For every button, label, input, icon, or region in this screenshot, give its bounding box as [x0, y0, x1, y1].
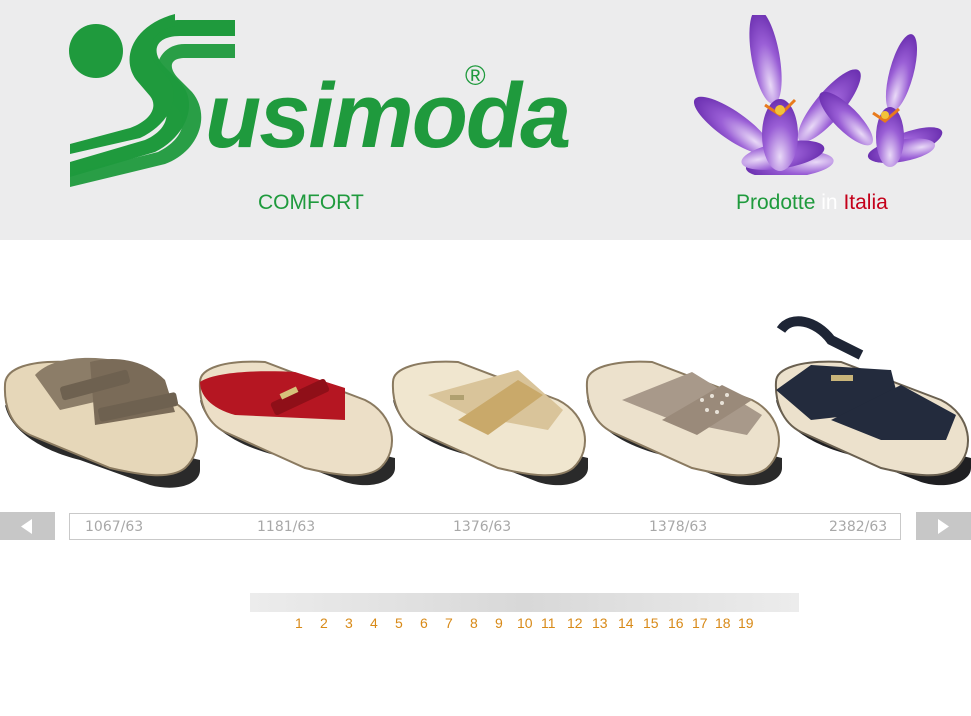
- page-link-13[interactable]: 13: [592, 615, 608, 631]
- next-button[interactable]: [916, 512, 971, 540]
- product-code-3[interactable]: 1376/63: [453, 519, 511, 535]
- product-image-2382-63[interactable]: [771, 300, 971, 500]
- made-in-word-italia: Italia: [843, 191, 888, 214]
- brand-name: usimoda: [205, 65, 571, 167]
- page-link-3[interactable]: 3: [345, 615, 353, 631]
- prev-button[interactable]: [0, 512, 55, 540]
- page-link-11[interactable]: 11: [541, 615, 556, 631]
- page-link-16[interactable]: 16: [668, 615, 684, 631]
- page-link-7[interactable]: 7: [445, 615, 453, 631]
- product-code-5[interactable]: 2382/63: [829, 519, 887, 535]
- product-code-1[interactable]: 1067/63: [85, 519, 143, 535]
- arrow-left-icon: [21, 519, 32, 534]
- page-link-12[interactable]: 12: [567, 615, 583, 631]
- product-image-1378-63[interactable]: [582, 300, 782, 500]
- page-link-6[interactable]: 6: [420, 615, 428, 631]
- tagline-comfort: COMFORT: [258, 191, 364, 214]
- page-link-8[interactable]: 8: [470, 615, 478, 631]
- page-link-1[interactable]: 1: [295, 615, 303, 631]
- arrow-right-icon: [938, 519, 949, 534]
- product-codes-bar: 1067/63 1181/63 1376/63 1378/63 2382/63: [69, 513, 901, 540]
- header: usimoda ® COMFORT Prodotte in Italia: [0, 0, 971, 240]
- page-link-2[interactable]: 2: [320, 615, 328, 631]
- page-link-9[interactable]: 9: [495, 615, 503, 631]
- product-carousel: [0, 300, 971, 500]
- product-image-1181-63[interactable]: [195, 300, 395, 500]
- page-link-5[interactable]: 5: [395, 615, 403, 631]
- made-in-word-prodotte: Prodotte: [736, 191, 816, 214]
- product-image-1067-63[interactable]: [0, 300, 200, 500]
- page-link-18[interactable]: 18: [715, 615, 731, 631]
- product-image-1376-63[interactable]: [388, 300, 588, 500]
- page-link-19[interactable]: 19: [738, 615, 754, 631]
- made-in-word-in: in: [821, 191, 838, 214]
- product-code-4[interactable]: 1378/63: [649, 519, 707, 535]
- crocus-flower-image: [693, 15, 943, 175]
- page-link-15[interactable]: 15: [643, 615, 659, 631]
- registered-mark: ®: [465, 60, 486, 91]
- made-in-italy: Prodotte in Italia: [736, 191, 888, 215]
- page-link-17[interactable]: 17: [692, 615, 708, 631]
- product-code-2[interactable]: 1181/63: [257, 519, 315, 535]
- page-link-10[interactable]: 10: [517, 615, 533, 631]
- page-link-4[interactable]: 4: [370, 615, 378, 631]
- page-link-14[interactable]: 14: [618, 615, 634, 631]
- pager-bar: [250, 593, 799, 612]
